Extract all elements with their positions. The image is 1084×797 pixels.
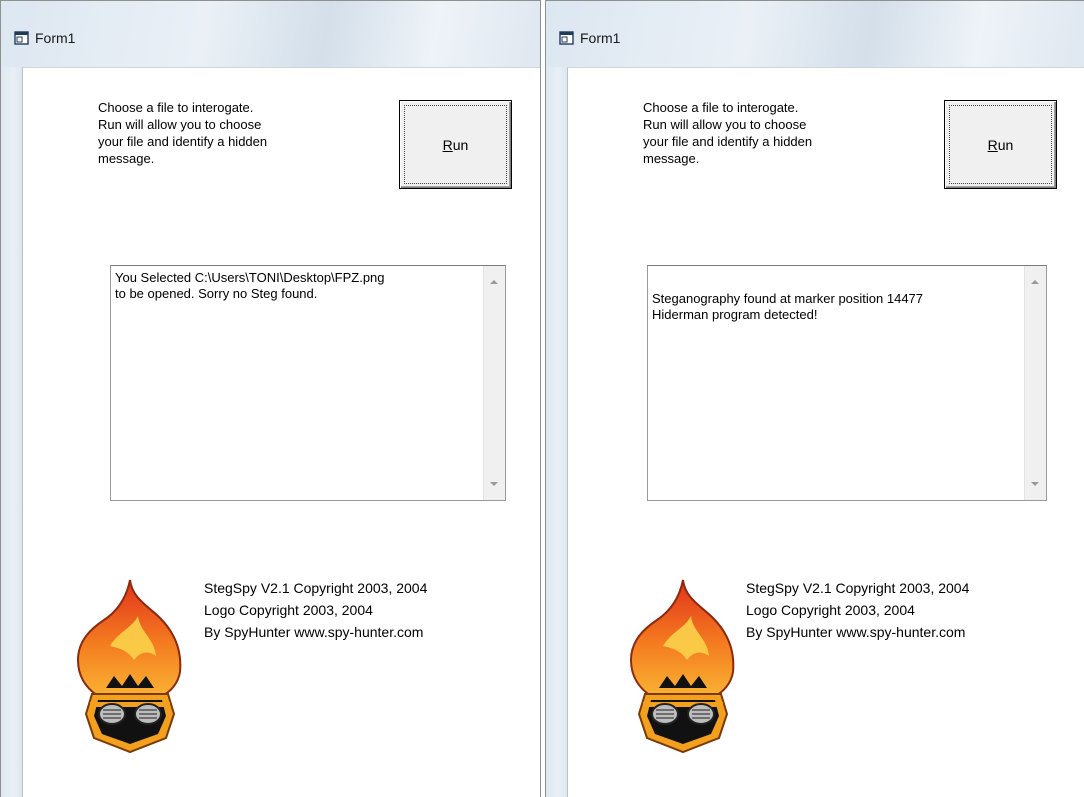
form-client-area: Choose a file to interogate. Run will al… bbox=[22, 67, 540, 797]
spyhunter-flame-logo-icon bbox=[629, 579, 735, 754]
form-client-area: Choose a file to interogate. Run will al… bbox=[567, 67, 1084, 797]
output-text: Steganography found at marker position 1… bbox=[652, 291, 924, 322]
credits-line-2: Logo Copyright 2003, 2004 bbox=[746, 602, 915, 618]
spyhunter-flame-logo-icon bbox=[76, 579, 182, 754]
window-frame-left bbox=[546, 67, 567, 797]
credits-line-1: StegSpy V2.1 Copyright 2003, 2004 bbox=[204, 580, 428, 596]
run-button[interactable]: Run bbox=[944, 100, 1057, 189]
focus-rectangle bbox=[949, 105, 1052, 184]
instructions-label: Choose a file to interogate. Run will al… bbox=[643, 100, 813, 166]
window-title: Form1 bbox=[35, 30, 76, 46]
credits-block: StegSpy V2.1 Copyright 2003, 2004 Logo C… bbox=[746, 577, 969, 643]
form-window-icon bbox=[14, 31, 29, 45]
credits-line-2: Logo Copyright 2003, 2004 bbox=[204, 602, 373, 618]
scroll-down-arrow-icon[interactable] bbox=[1031, 482, 1039, 486]
scroll-up-arrow-icon[interactable] bbox=[1031, 280, 1039, 284]
output-textbox[interactable]: Steganography found at marker position 1… bbox=[647, 265, 1047, 501]
form1-window-right: Form1 Choose a file to interogate. Run w… bbox=[545, 0, 1084, 797]
vertical-scrollbar[interactable] bbox=[483, 266, 505, 500]
form1-window-left: Form1 Choose a file to interogate. Run w… bbox=[0, 0, 541, 797]
window-frame-left bbox=[1, 67, 22, 797]
credits-line-3: By SpyHunter www.spy-hunter.com bbox=[204, 624, 424, 640]
window-title: Form1 bbox=[580, 30, 621, 46]
credits-block: StegSpy V2.1 Copyright 2003, 2004 Logo C… bbox=[204, 577, 427, 643]
output-textbox[interactable]: You Selected C:\Users\TONI\Desktop\FPZ.p… bbox=[110, 265, 506, 501]
instructions-label: Choose a file to interogate. Run will al… bbox=[98, 100, 268, 166]
output-text: You Selected C:\Users\TONI\Desktop\FPZ.p… bbox=[115, 270, 385, 301]
title-bar[interactable]: Form1 bbox=[546, 1, 1084, 67]
credits-line-1: StegSpy V2.1 Copyright 2003, 2004 bbox=[746, 580, 970, 596]
scroll-down-arrow-icon[interactable] bbox=[490, 482, 498, 486]
scroll-up-arrow-icon[interactable] bbox=[490, 280, 498, 284]
form-window-icon bbox=[559, 31, 574, 45]
credits-line-3: By SpyHunter www.spy-hunter.com bbox=[746, 624, 966, 640]
run-button[interactable]: Run bbox=[399, 100, 512, 189]
focus-rectangle bbox=[404, 105, 507, 184]
vertical-scrollbar[interactable] bbox=[1024, 266, 1046, 500]
title-bar[interactable]: Form1 bbox=[1, 1, 540, 67]
